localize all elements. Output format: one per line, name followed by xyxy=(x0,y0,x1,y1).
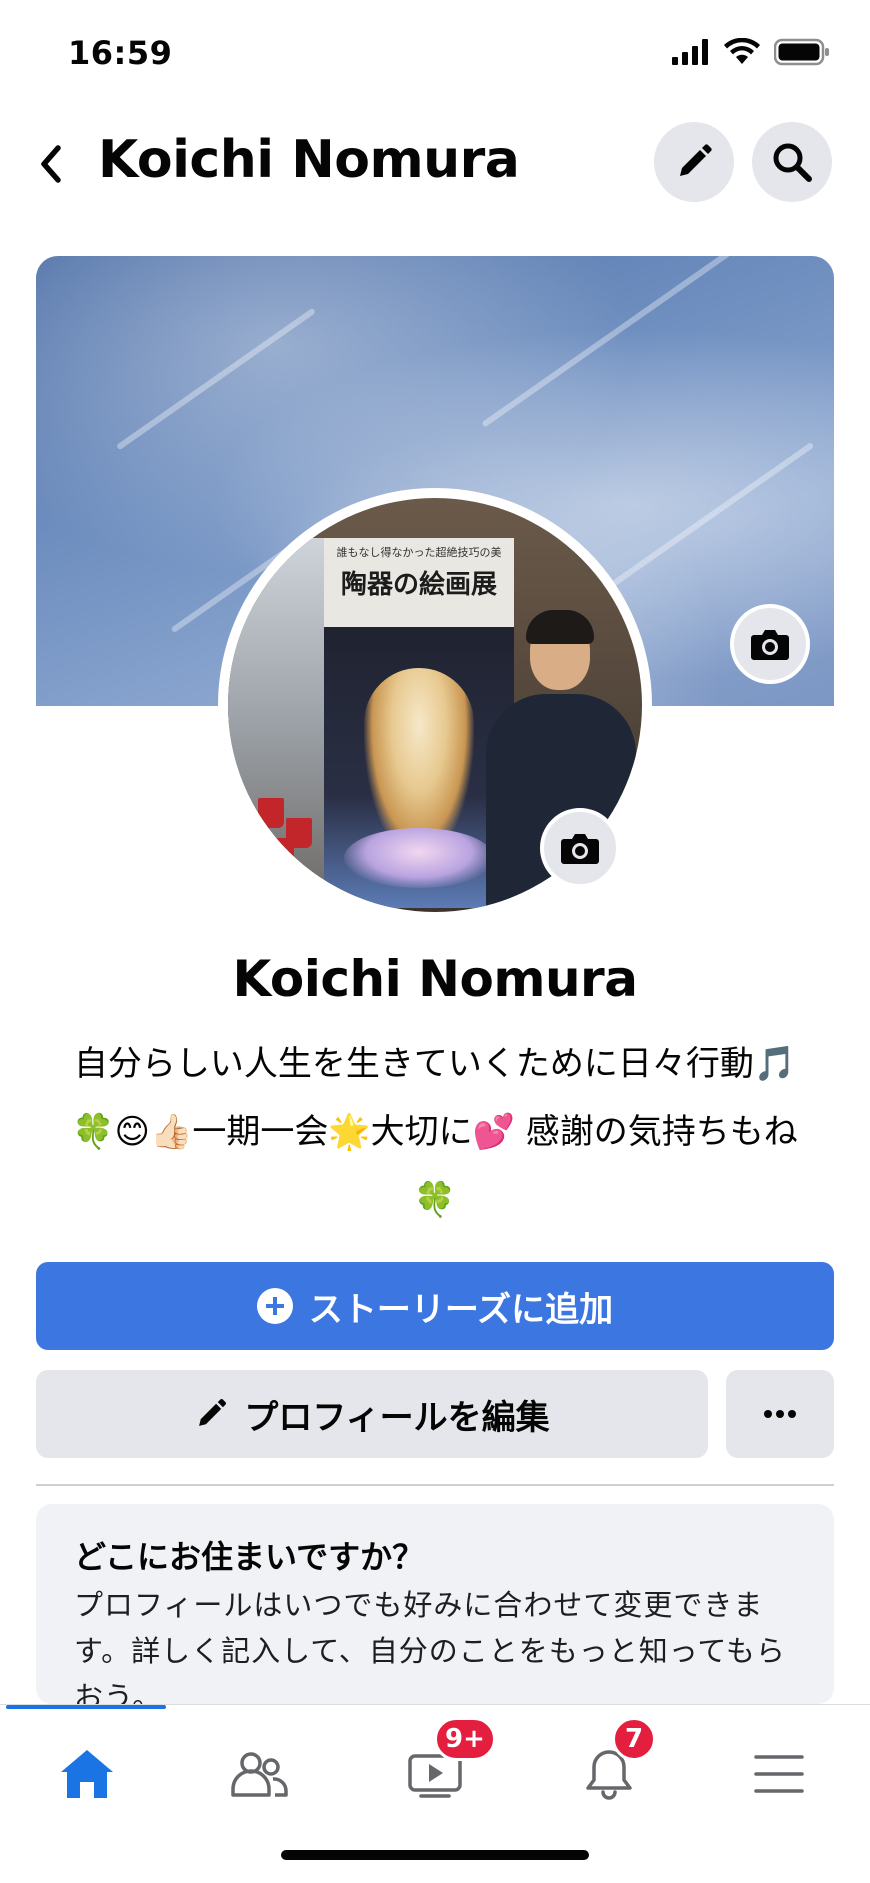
notifications-badge: 7 xyxy=(612,1717,656,1761)
card-body: プロフィールはいつでも好みに合わせて変更できます。詳しく記入して、自分のことをも… xyxy=(74,1588,786,1704)
pencil-icon xyxy=(680,144,712,176)
page-title: Koichi Nomura xyxy=(98,130,520,190)
profile-header: Koichi Nomura xyxy=(0,112,870,220)
wifi-icon xyxy=(724,38,760,64)
home-icon xyxy=(61,1750,113,1798)
card-title: どこにお住まいですか？ xyxy=(74,1538,425,1576)
active-tab-indicator xyxy=(6,1705,166,1709)
search-button[interactable] xyxy=(752,122,832,202)
profile-bio: 自分らしい人生を生きていくために日々行動🎵 🍀😊👍🏻一期一会🌟大切に💕 感謝の気… xyxy=(34,1030,836,1234)
edit-button[interactable] xyxy=(654,122,734,202)
edit-profile-label: プロフィールを編集 xyxy=(244,1397,550,1438)
add-story-label: ストーリーズに追加 xyxy=(308,1289,614,1330)
cover-camera-button[interactable] xyxy=(730,604,810,684)
avatar-camera-button[interactable] xyxy=(540,808,620,888)
more-dots-icon xyxy=(764,1410,796,1418)
watch-badge: 9+ xyxy=(434,1717,496,1761)
back-button[interactable] xyxy=(28,134,72,194)
poster-subtitle: 誰もなし得なかった超絶技巧の美 xyxy=(336,546,502,559)
tab-watch[interactable]: 9+ xyxy=(390,1717,496,1819)
chevron-left-icon xyxy=(41,145,61,183)
section-divider xyxy=(36,1484,834,1486)
friends-icon xyxy=(231,1752,288,1797)
status-icons xyxy=(672,38,830,66)
tab-friends[interactable] xyxy=(214,1729,304,1819)
bio-line: 🍀 xyxy=(413,1180,457,1220)
tab-menu[interactable] xyxy=(734,1729,824,1819)
bio-line: 自分らしい人生を生きていくために日々行動🎵 xyxy=(73,1044,797,1084)
edit-profile-button[interactable]: プロフィールを編集 xyxy=(36,1370,708,1458)
bio-line: 🍀😊👍🏻一期一会🌟大切に💕 感謝の気持ちもね xyxy=(72,1112,798,1152)
status-time: 16:59 xyxy=(68,34,173,72)
camera-icon xyxy=(751,630,789,660)
status-bar: 16:59 xyxy=(0,0,870,100)
home-indicator xyxy=(281,1850,589,1860)
camera-icon xyxy=(561,834,599,864)
cellular-signal-icon xyxy=(672,39,708,65)
add-story-button[interactable]: ストーリーズに追加 xyxy=(36,1262,834,1350)
poster-title: 陶器の絵画展 xyxy=(340,570,497,600)
tab-home[interactable] xyxy=(42,1729,132,1819)
tab-notifications[interactable]: 7 xyxy=(564,1717,656,1819)
profile-name: Koichi Nomura xyxy=(232,950,638,1008)
plus-circle-icon xyxy=(256,1288,293,1324)
pencil-icon xyxy=(199,1398,227,1426)
menu-icon xyxy=(754,1755,804,1793)
battery-icon xyxy=(774,38,829,66)
more-options-button[interactable] xyxy=(726,1370,834,1458)
location-prompt-card[interactable]: どこにお住まいですか？ プロフィールはいつでも好みに合わせて変更できます。詳しく… xyxy=(36,1504,834,1704)
search-icon xyxy=(773,143,812,182)
